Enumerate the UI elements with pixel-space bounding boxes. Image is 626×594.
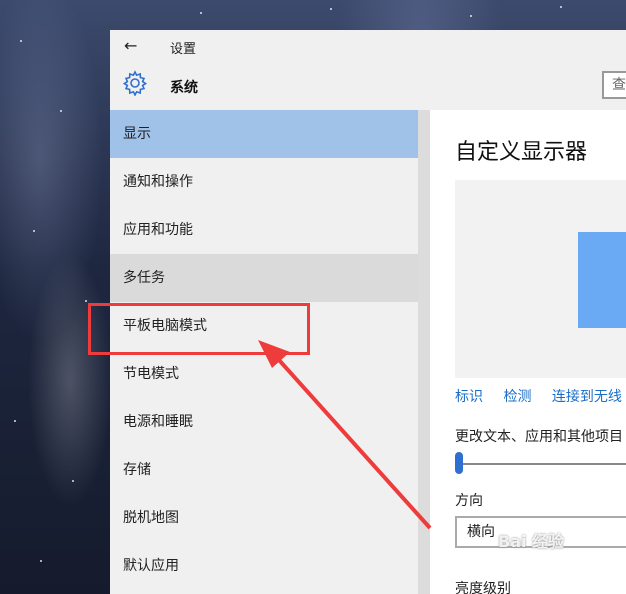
content-title: 自定义显示器	[455, 140, 588, 165]
display-links: 标识 检测 连接到无线	[455, 386, 626, 406]
connect-wireless-link[interactable]: 连接到无线	[552, 389, 622, 405]
sidebar-item-label: 电源和睡眠	[123, 414, 193, 430]
scale-slider-track[interactable]	[455, 463, 626, 465]
sidebar-item-storage[interactable]: 存储	[110, 446, 418, 494]
sidebar-item-apps[interactable]: 应用和功能	[110, 206, 418, 254]
sidebar-scrollbar[interactable]	[418, 110, 430, 594]
brightness-label: 亮度级别	[455, 581, 511, 594]
sidebar-item-label: 节电模式	[123, 366, 179, 382]
display-preview	[455, 180, 626, 378]
display-content: 自定义显示器 标识 检测 连接到无线 更改文本、应用和其他项目 方向 横向 亮度…	[430, 110, 626, 594]
sidebar-item-battery-saver[interactable]: 节电模式	[110, 350, 418, 398]
watermark: Bai 经验	[498, 532, 565, 551]
sidebar-item-label: 应用和功能	[123, 222, 193, 238]
identify-link[interactable]: 标识	[455, 389, 483, 405]
sidebar-item-power-sleep[interactable]: 电源和睡眠	[110, 398, 418, 446]
orientation-label: 方向	[455, 493, 483, 509]
sidebar-item-display[interactable]: 显示	[110, 110, 418, 158]
window-title: 设置	[170, 42, 197, 57]
sidebar-item-default-apps[interactable]: 默认应用	[110, 542, 418, 590]
monitor-1[interactable]	[578, 232, 626, 328]
page-title: 系统	[170, 80, 198, 96]
scale-label: 更改文本、应用和其他项目	[455, 429, 623, 445]
sidebar-item-label: 默认应用	[123, 558, 179, 574]
sidebar-item-notifications[interactable]: 通知和操作	[110, 158, 418, 206]
gear-icon	[122, 70, 148, 96]
sidebar-item-label: 通知和操作	[123, 174, 193, 190]
sidebar-item-label: 存储	[123, 462, 151, 478]
sidebar-item-multitasking[interactable]: 多任务	[110, 254, 418, 302]
annotation-highlight-box	[88, 303, 310, 355]
sidebar-item-label: 显示	[123, 126, 151, 142]
sidebar-item-offline-maps[interactable]: 脱机地图	[110, 494, 418, 542]
search-input[interactable]: 查	[602, 71, 626, 99]
back-arrow-icon[interactable]: ←	[124, 36, 137, 55]
title-bar: ← 设置	[110, 30, 626, 62]
settings-header: 系统 查	[110, 62, 626, 110]
detect-link[interactable]: 检测	[503, 389, 531, 405]
sidebar-item-label: 多任务	[123, 270, 165, 286]
sidebar-item-label: 脱机地图	[123, 510, 179, 526]
scale-slider-thumb[interactable]	[455, 452, 463, 474]
